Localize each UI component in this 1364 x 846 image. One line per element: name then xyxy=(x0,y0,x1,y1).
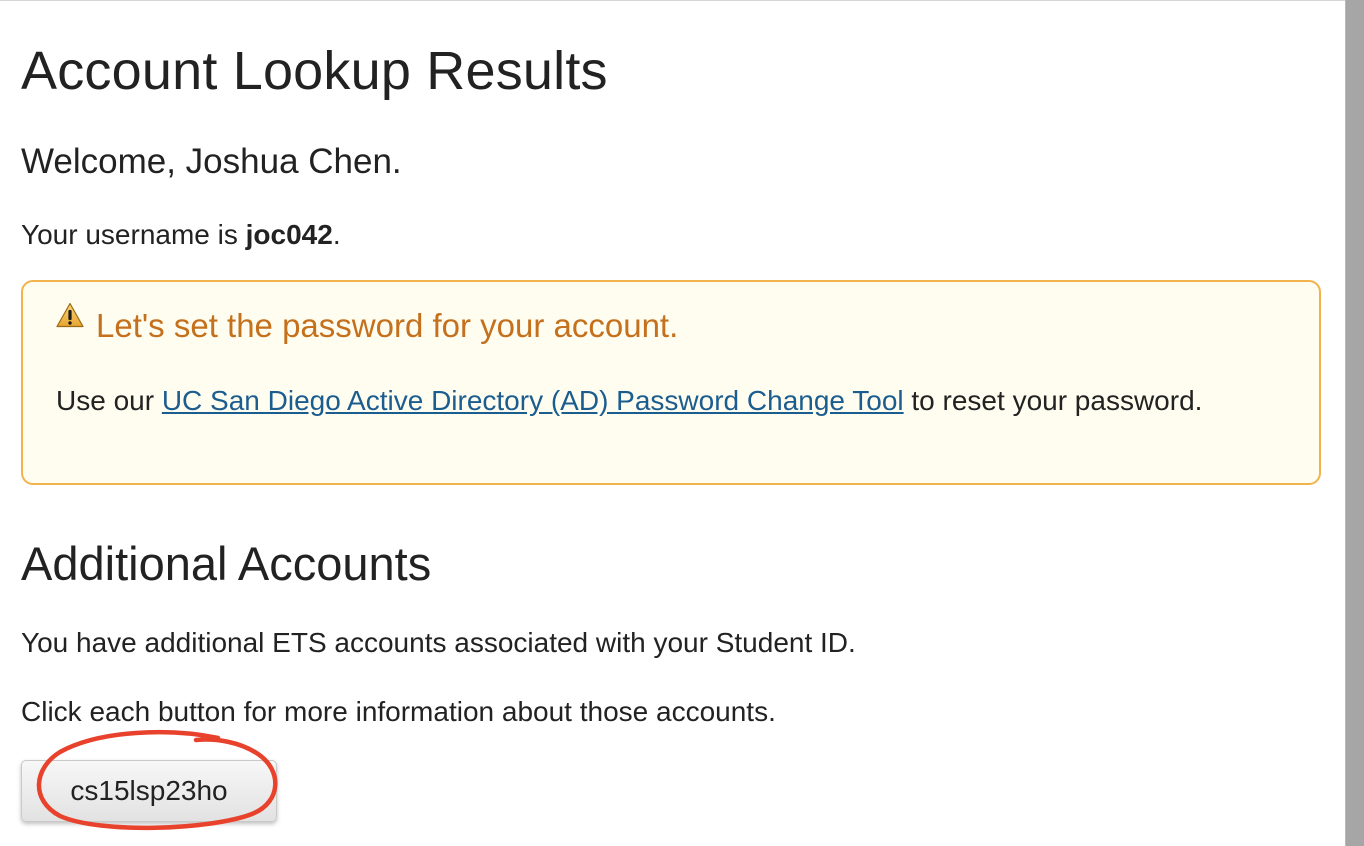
password-alert: Let's set the password for your account.… xyxy=(21,280,1321,485)
additional-accounts-title: Additional Accounts xyxy=(21,537,432,590)
additional-accounts-description: You have additional ETS accounts associa… xyxy=(21,627,856,658)
alert-title: Let's set the password for your account. xyxy=(96,307,679,344)
alert-body-prefix: Use our xyxy=(56,385,162,416)
username-line: Your username is joc042. xyxy=(21,217,341,253)
password-change-tool-link[interactable]: UC San Diego Active Directory (AD) Passw… xyxy=(162,385,904,416)
alert-body-suffix: to reset your password. xyxy=(903,385,1203,416)
top-divider xyxy=(0,0,1346,1)
vertical-scrollbar[interactable] xyxy=(1345,0,1364,846)
welcome-message: Welcome, Joshua Chen. xyxy=(21,142,402,181)
username-value: joc042 xyxy=(245,219,333,250)
warning-icon xyxy=(56,302,84,328)
page-title: Account Lookup Results xyxy=(21,41,608,101)
page: Account Lookup Results Welcome, Joshua C… xyxy=(0,0,1364,846)
additional-accounts-instruction: Click each button for more information a… xyxy=(21,696,776,727)
account-button-cs15lsp23ho[interactable]: cs15lsp23ho xyxy=(21,760,277,822)
username-prefix: Your username is xyxy=(21,219,246,250)
alert-body: Use our UC San Diego Active Directory (A… xyxy=(56,377,1266,425)
username-suffix: . xyxy=(332,219,341,250)
